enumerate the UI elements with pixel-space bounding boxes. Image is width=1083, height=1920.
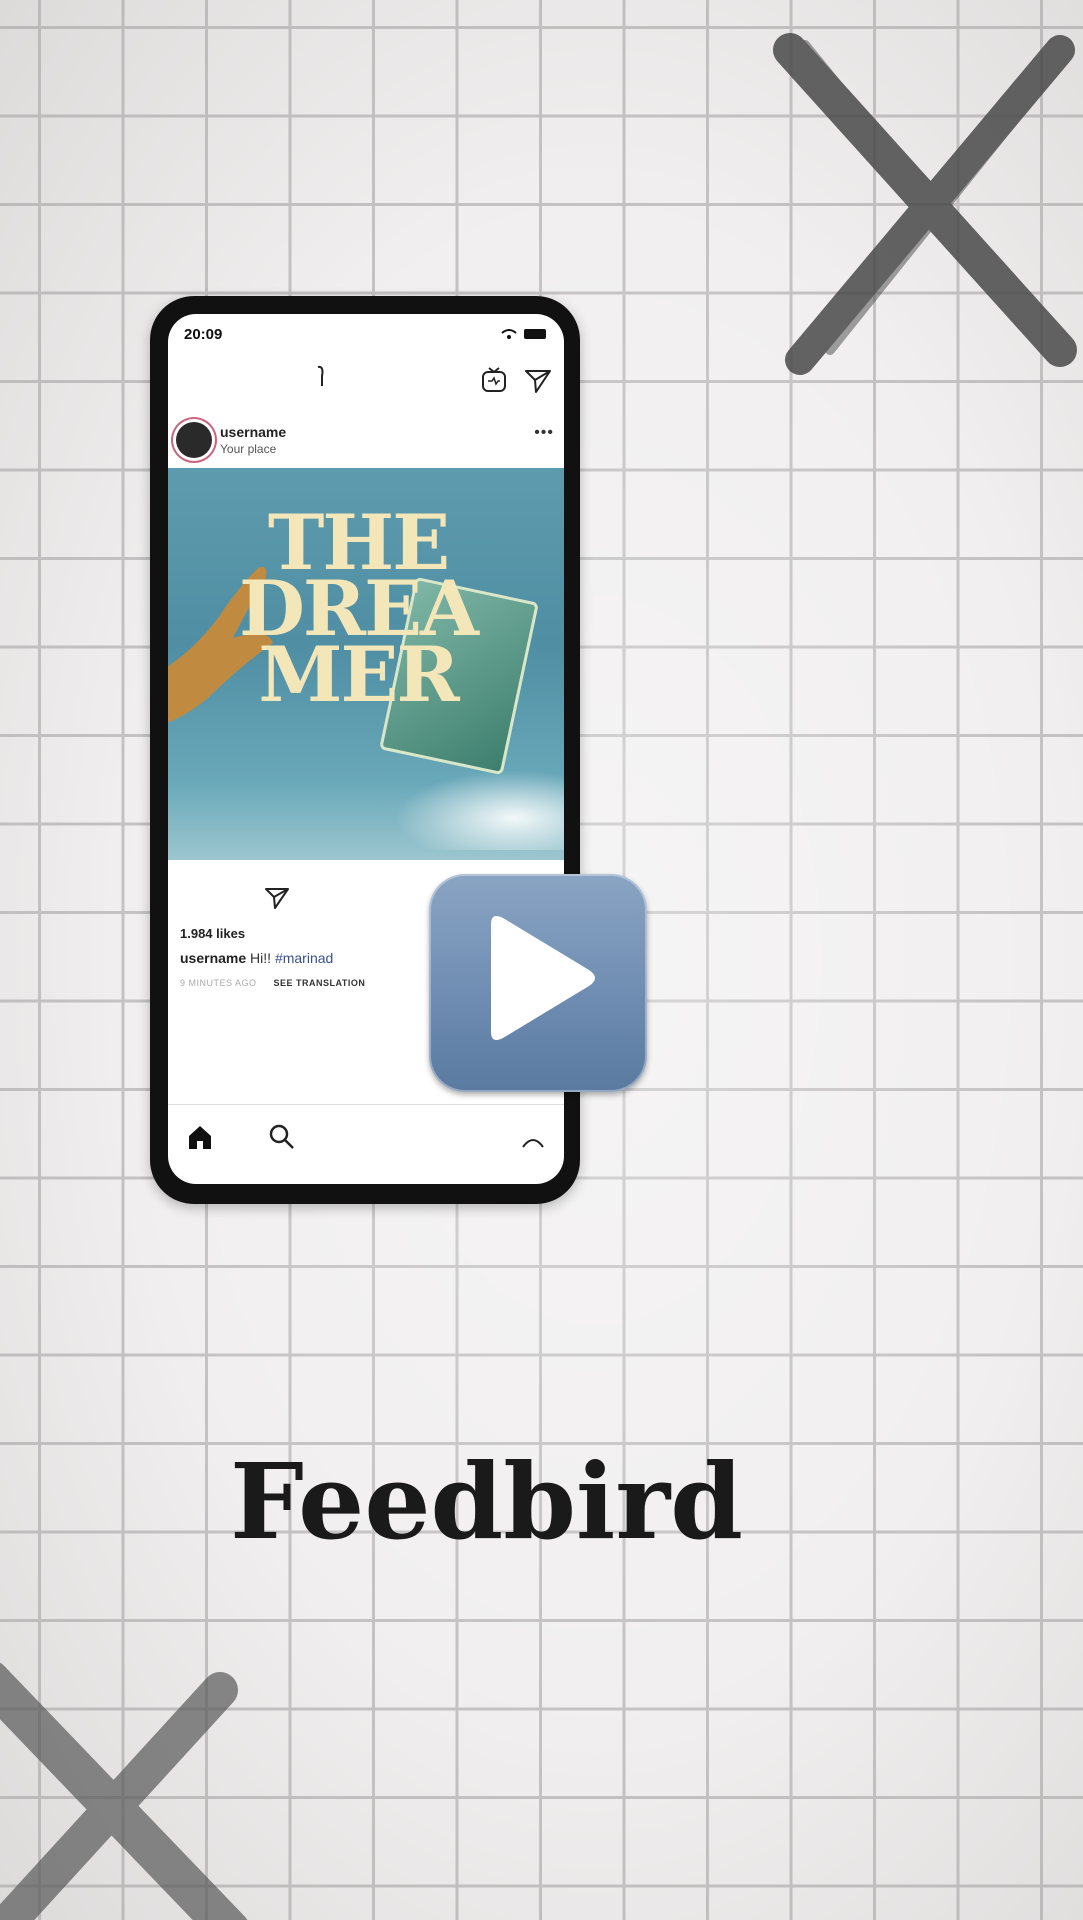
caption-username[interactable]: username [180, 950, 246, 966]
battery-icon [524, 329, 546, 339]
post-username[interactable]: username [220, 424, 286, 440]
avatar[interactable] [176, 422, 212, 458]
instagram-logo-icon [317, 365, 324, 386]
title-line: MER [258, 630, 459, 719]
wifi-icon [501, 329, 517, 339]
igtv-icon[interactable] [480, 366, 508, 394]
cloud-shape [394, 770, 564, 850]
x-mark-icon [0, 1662, 248, 1920]
post-location[interactable]: Your place [220, 442, 276, 456]
play-button[interactable] [429, 874, 647, 1092]
post-meta: 9 MINUTES AGO SEE TRANSLATION [180, 978, 365, 988]
brand-title: Feedbird [230, 1440, 743, 1563]
post-time-ago: 9 MINUTES AGO [180, 978, 257, 988]
status-time: 20:09 [184, 326, 223, 343]
profile-icon[interactable] [520, 1131, 546, 1151]
post-caption: username Hi!! #marinad [180, 950, 333, 966]
send-icon[interactable] [264, 886, 290, 910]
play-icon [491, 916, 595, 1040]
status-indicators [500, 328, 546, 340]
x-mark-icon [773, 33, 1077, 375]
bottom-nav [168, 1104, 564, 1184]
more-icon[interactable]: ••• [534, 424, 554, 442]
home-icon[interactable] [186, 1123, 214, 1151]
post-image-title: THE DREA MER [238, 505, 479, 719]
caption-text: Hi!! [250, 950, 272, 966]
send-icon[interactable] [524, 368, 552, 394]
likes-count[interactable]: 1.984 likes [180, 926, 245, 941]
caption-hashtag[interactable]: #marinad [275, 950, 333, 966]
see-translation-link[interactable]: SEE TRANSLATION [274, 978, 366, 988]
search-icon[interactable] [268, 1123, 296, 1151]
post-image[interactable]: THE DREA MER [168, 468, 564, 860]
post-header: username Your place ••• [168, 410, 564, 470]
